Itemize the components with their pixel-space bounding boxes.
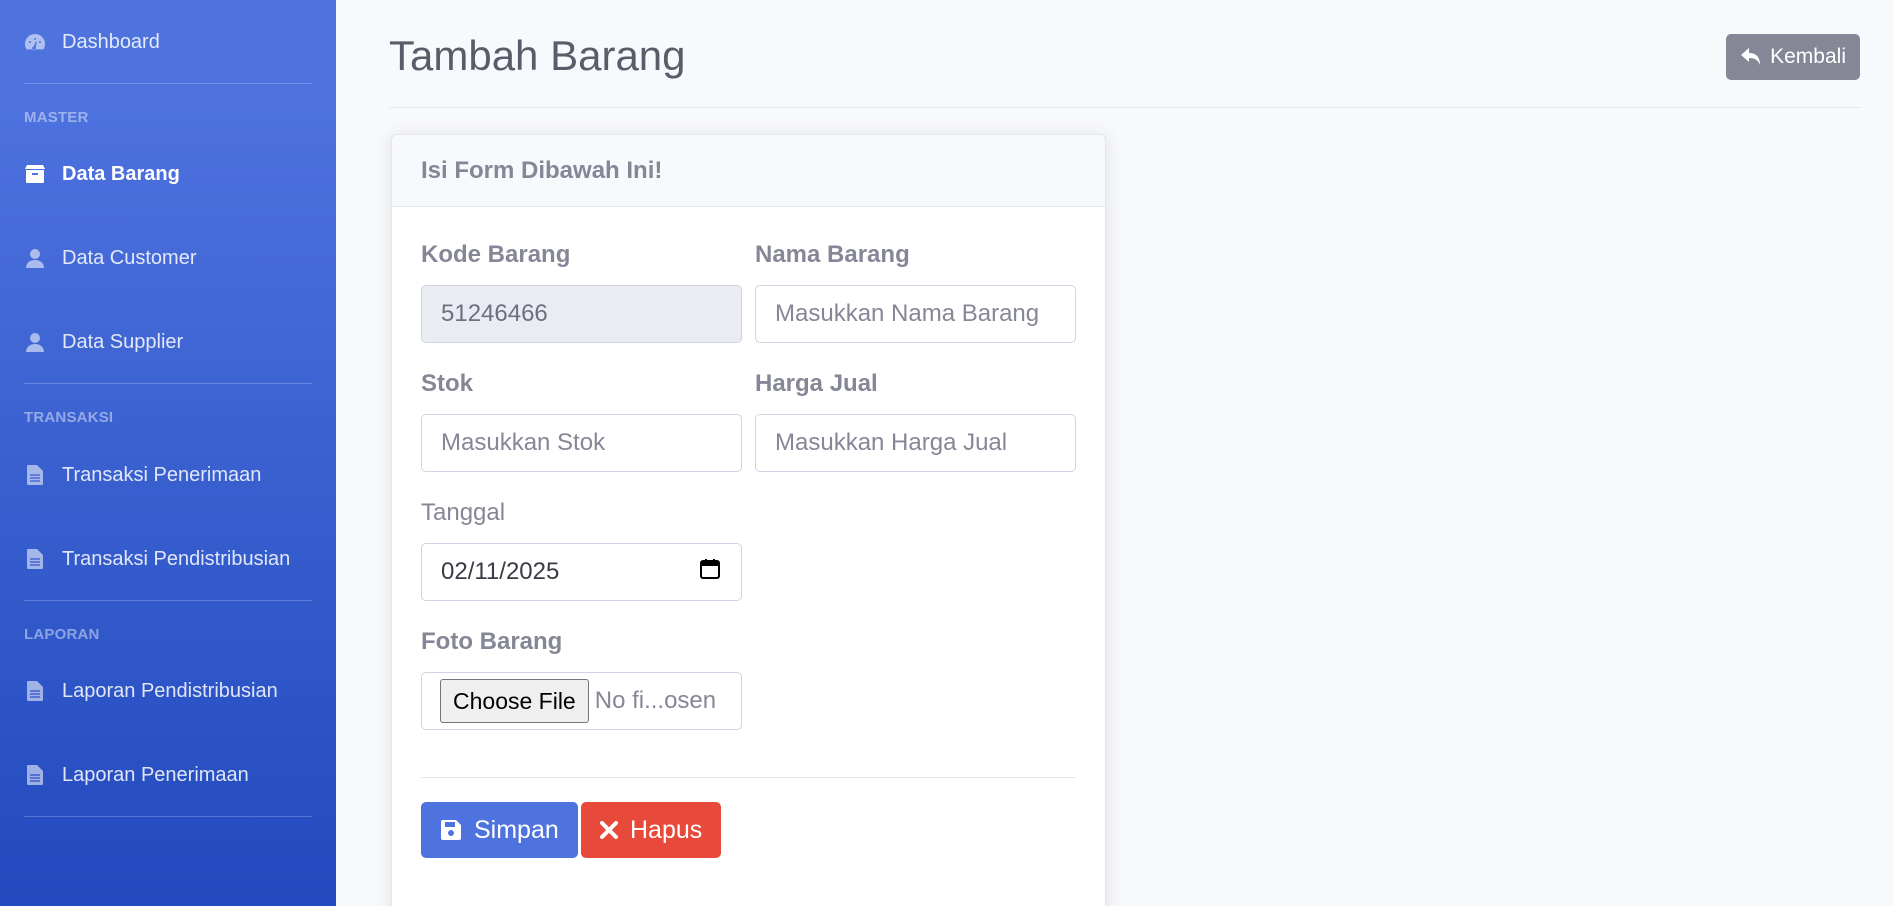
page-title: Tambah Barang bbox=[389, 32, 686, 79]
harga-jual-input[interactable]: Masukkan Harga Jual bbox=[755, 414, 1076, 472]
foto-barang-file-input[interactable]: Choose File No fi...osen bbox=[421, 672, 742, 730]
save-button-label: Simpan bbox=[474, 815, 559, 844]
sidebar-item-label: Data Barang bbox=[62, 162, 180, 185]
sidebar-item-label: Transaksi Penerimaan bbox=[62, 463, 262, 486]
sidebar: Dashboard MASTER Data Barang Data Custom… bbox=[0, 0, 336, 906]
sidebar-divider bbox=[24, 383, 312, 384]
sidebar-item-transaksi-penerimaan[interactable]: Transaksi Penerimaan bbox=[24, 455, 261, 495]
calendar-icon[interactable] bbox=[699, 558, 721, 587]
tanggal-label: Tanggal bbox=[421, 499, 506, 526]
tanggal-value: 02/11/2025 bbox=[441, 558, 560, 585]
times-icon bbox=[600, 821, 618, 839]
file-icon bbox=[24, 764, 46, 786]
sidebar-item-label: Laporan Pendistribusian bbox=[62, 679, 278, 702]
choose-file-button[interactable]: Choose File bbox=[440, 679, 589, 723]
sidebar-divider bbox=[24, 816, 312, 817]
sidebar-item-label: Data Customer bbox=[62, 246, 197, 269]
harga-jual-label: Harga Jual bbox=[755, 370, 878, 397]
file-status-text: No fi...osen bbox=[594, 687, 717, 714]
back-button[interactable]: Kembali bbox=[1726, 34, 1860, 80]
delete-button[interactable]: Hapus bbox=[581, 802, 722, 858]
save-button[interactable]: Simpan bbox=[421, 802, 578, 858]
stok-input[interactable]: Masukkan Stok bbox=[421, 414, 742, 472]
sidebar-item-label: Dashboard bbox=[62, 30, 160, 53]
sidebar-heading-master: MASTER bbox=[24, 109, 89, 126]
sidebar-item-label: Laporan Penerimaan bbox=[62, 763, 249, 786]
sidebar-item-data-customer[interactable]: Data Customer bbox=[24, 238, 197, 278]
sidebar-item-dashboard[interactable]: Dashboard bbox=[24, 22, 160, 62]
delete-button-label: Hapus bbox=[630, 815, 703, 844]
tanggal-input[interactable]: 02/11/2025 bbox=[421, 543, 742, 601]
sidebar-item-label: Data Supplier bbox=[62, 330, 184, 353]
nama-barang-label: Nama Barang bbox=[755, 241, 910, 268]
header-divider bbox=[389, 107, 1860, 108]
sidebar-item-label: Transaksi Pendistribusian bbox=[62, 547, 291, 570]
kode-barang-field: 51246466 bbox=[421, 285, 742, 343]
form-card: Isi Form Dibawah Ini! Kode Barang 512464… bbox=[391, 134, 1106, 906]
sidebar-item-transaksi-pendistribusian[interactable]: Transaksi Pendistribusian bbox=[24, 539, 290, 579]
sidebar-divider bbox=[24, 600, 312, 601]
form-divider bbox=[421, 777, 1076, 778]
stok-label: Stok bbox=[421, 370, 474, 397]
sidebar-item-laporan-pendistribusian[interactable]: Laporan Pendistribusian bbox=[24, 671, 278, 711]
kode-barang-label: Kode Barang bbox=[421, 241, 571, 268]
file-icon bbox=[24, 548, 46, 570]
file-icon bbox=[24, 680, 46, 702]
back-button-label: Kembali bbox=[1770, 45, 1846, 68]
sidebar-heading-transaksi: TRANSAKSI bbox=[24, 409, 114, 426]
file-icon bbox=[24, 464, 46, 486]
sidebar-divider bbox=[24, 83, 312, 84]
user-icon bbox=[24, 247, 46, 269]
tachometer-icon bbox=[24, 31, 46, 53]
sidebar-item-data-barang[interactable]: Data Barang bbox=[24, 154, 180, 194]
box-icon bbox=[24, 163, 46, 185]
floppy-disk-icon bbox=[440, 819, 462, 841]
sidebar-item-data-supplier[interactable]: Data Supplier bbox=[24, 322, 183, 362]
foto-barang-label: Foto Barang bbox=[421, 628, 563, 655]
reply-arrow-icon bbox=[1740, 47, 1762, 67]
user-icon bbox=[24, 331, 46, 353]
nama-barang-input[interactable]: Masukkan Nama Barang bbox=[755, 285, 1076, 343]
card-title: Isi Form Dibawah Ini! bbox=[392, 135, 1105, 207]
sidebar-item-laporan-penerimaan[interactable]: Laporan Penerimaan bbox=[24, 755, 249, 795]
sidebar-heading-laporan: LAPORAN bbox=[24, 626, 100, 643]
